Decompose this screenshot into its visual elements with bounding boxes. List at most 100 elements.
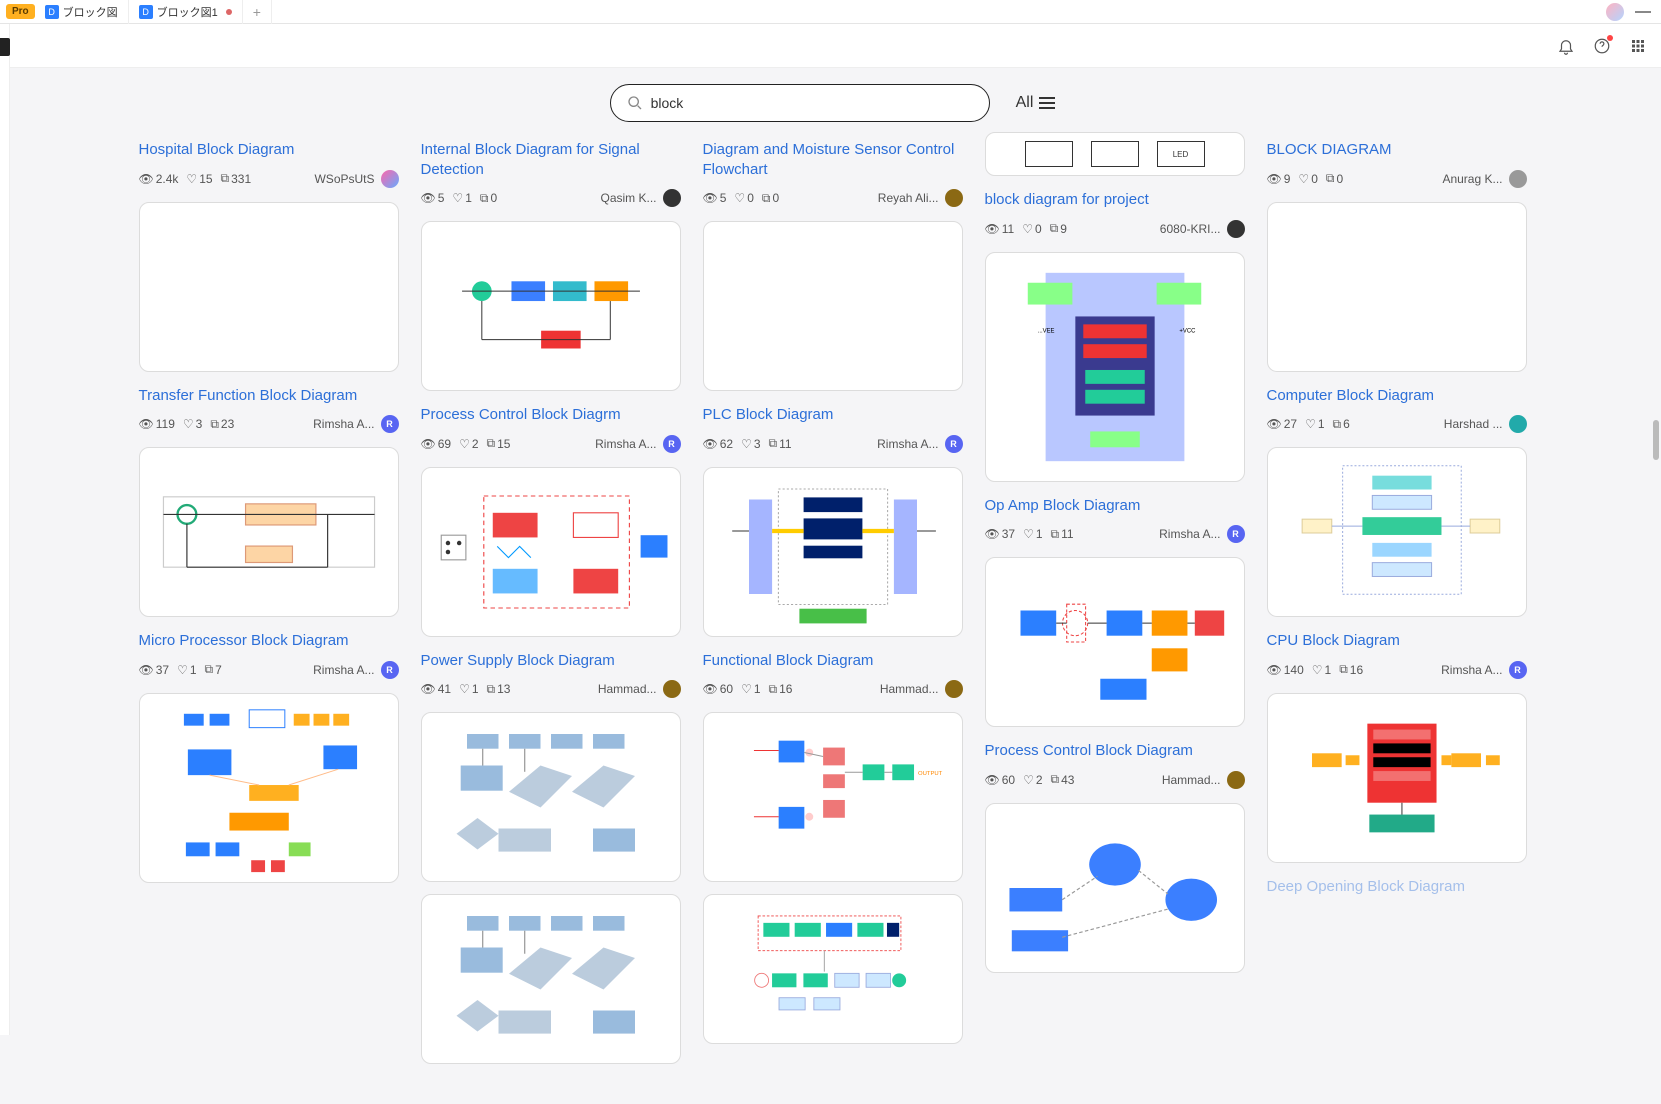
notification-dot: [1607, 35, 1613, 41]
author-name: Rimsha A...: [313, 417, 374, 431]
thumbnail[interactable]: [421, 221, 681, 391]
author-avatar[interactable]: R: [663, 435, 681, 453]
card-meta: 👁27 ♡1 ⧉6 Harshad ...: [1267, 415, 1527, 433]
card-title[interactable]: Diagram and Moisture Sensor Control Flow…: [703, 140, 963, 179]
author-avatar[interactable]: [1509, 415, 1527, 433]
copies-icon: ⧉: [769, 436, 778, 451]
author-avatar[interactable]: [945, 680, 963, 698]
tab-doc1[interactable]: D ブロック図: [35, 0, 129, 24]
user-avatar[interactable]: [1605, 2, 1625, 22]
thumbnail[interactable]: [421, 467, 681, 637]
thumbnail-partial[interactable]: LED: [985, 132, 1245, 176]
card-title[interactable]: Hospital Block Diagram: [139, 140, 399, 160]
search-box[interactable]: [610, 84, 990, 122]
author-avatar[interactable]: [1227, 771, 1245, 789]
author-avatar[interactable]: R: [1509, 661, 1527, 679]
card-meta: 👁5 ♡0 ⧉0 Reyah Ali...: [703, 189, 963, 207]
thumbnail[interactable]: [985, 803, 1245, 973]
copies-icon: ⧉: [1051, 772, 1060, 787]
author-avatar[interactable]: [663, 680, 681, 698]
author-avatar[interactable]: [1227, 220, 1245, 238]
card-meta: 👁9 ♡0 ⧉0 Anurag K...: [1267, 170, 1527, 188]
bell-icon[interactable]: [1557, 37, 1575, 55]
svg-text:+VCC: +VCC: [1179, 328, 1196, 334]
thumbnail[interactable]: [1267, 447, 1527, 617]
thumbnail[interactable]: [421, 894, 681, 1064]
thumbnail[interactable]: [703, 221, 963, 391]
card-title[interactable]: Deep Opening Block Diagram: [1267, 877, 1527, 897]
thumbnail[interactable]: ...VEE+VCC: [985, 252, 1245, 482]
left-rail: [0, 24, 10, 1035]
author-name: Rimsha A...: [877, 437, 938, 451]
thumbnail[interactable]: [985, 557, 1245, 727]
thumbnail[interactable]: [139, 447, 399, 617]
card-title[interactable]: Op Amp Block Diagram: [985, 496, 1245, 516]
views-icon: 👁: [985, 222, 1000, 236]
author-avatar[interactable]: R: [1227, 525, 1245, 543]
minimize-icon[interactable]: [1635, 11, 1651, 13]
help-icon[interactable]: [1593, 37, 1611, 55]
views-count: 5: [720, 191, 727, 205]
copies-icon: ⧉: [221, 171, 230, 186]
author-avatar[interactable]: [663, 189, 681, 207]
thumbnail[interactable]: [703, 894, 963, 1044]
likes-icon: ♡: [177, 663, 188, 677]
author-name: Rimsha A...: [313, 663, 374, 677]
likes-icon: ♡: [186, 172, 197, 186]
card-title[interactable]: Transfer Function Block Diagram: [139, 386, 399, 406]
thumbnail[interactable]: [139, 693, 399, 883]
author-avatar[interactable]: R: [945, 435, 963, 453]
author-name: Hammad...: [1162, 773, 1221, 787]
card-title[interactable]: Process Control Block Diagram: [985, 741, 1245, 761]
author-avatar[interactable]: R: [381, 415, 399, 433]
views-count: 60: [720, 682, 733, 696]
author-name: Harshad ...: [1444, 417, 1503, 431]
card-meta: 👁2.4k ♡15 ⧉331 WSoPsUtS: [139, 170, 399, 188]
author-avatar[interactable]: [381, 170, 399, 188]
card-title[interactable]: Micro Processor Block Diagram: [139, 631, 399, 651]
views-icon: 👁: [1267, 663, 1282, 677]
thumbnail[interactable]: [421, 712, 681, 882]
new-tab-button[interactable]: +: [243, 0, 272, 24]
copies-icon: ⧉: [1339, 662, 1348, 677]
search-input[interactable]: [651, 95, 973, 111]
unsaved-dot-icon: [226, 9, 232, 15]
author-avatar[interactable]: R: [381, 661, 399, 679]
apps-icon[interactable]: [1629, 37, 1647, 55]
likes-count: 1: [1318, 417, 1325, 431]
card-title[interactable]: PLC Block Diagram: [703, 405, 963, 425]
views-count: 2.4k: [156, 172, 179, 186]
likes-icon: ♡: [1312, 663, 1323, 677]
card-title[interactable]: block diagram for project: [985, 190, 1245, 210]
author-avatar[interactable]: [945, 189, 963, 207]
thumbnail[interactable]: [1267, 693, 1527, 863]
author-avatar[interactable]: [1509, 170, 1527, 188]
rail-marker: [0, 38, 10, 56]
thumbnail[interactable]: [1267, 202, 1527, 372]
card-title[interactable]: BLOCK DIAGRAM: [1267, 140, 1527, 160]
filter-all-button[interactable]: All: [1016, 94, 1056, 112]
card-meta: 👁11 ♡0 ⧉9 6080-KRI...: [985, 220, 1245, 238]
views-icon: 👁: [1267, 417, 1282, 431]
tab-doc2[interactable]: D ブロック図1: [129, 0, 243, 24]
card-meta: 👁37 ♡1 ⧉7 Rimsha A... R: [139, 661, 399, 679]
thumbnail[interactable]: OUTPUT: [703, 712, 963, 882]
card-title[interactable]: Functional Block Diagram: [703, 651, 963, 671]
views-count: 37: [1002, 527, 1015, 541]
card-title[interactable]: Computer Block Diagram: [1267, 386, 1527, 406]
likes-icon: ♡: [183, 417, 194, 431]
card-meta: 👁62 ♡3 ⧉11 Rimsha A... R: [703, 435, 963, 453]
views-count: 5: [438, 191, 445, 205]
likes-icon: ♡: [459, 682, 470, 696]
likes-count: 1: [190, 663, 197, 677]
copies-icon: ⧉: [480, 191, 489, 206]
thumbnail[interactable]: [139, 202, 399, 372]
thumbnail[interactable]: [703, 467, 963, 637]
card-title[interactable]: Power Supply Block Diagram: [421, 651, 681, 671]
card-title[interactable]: Internal Block Diagram for Signal Detect…: [421, 140, 681, 179]
main-content: All Hospital Block Diagram 👁2.4k ♡15 ⧉33…: [111, 68, 1551, 1104]
card-title[interactable]: CPU Block Diagram: [1267, 631, 1527, 651]
card-title[interactable]: Process Control Block Diagrm: [421, 405, 681, 425]
scrollbar-thumb[interactable]: [1653, 420, 1659, 460]
copies-count: 16: [1350, 663, 1363, 677]
